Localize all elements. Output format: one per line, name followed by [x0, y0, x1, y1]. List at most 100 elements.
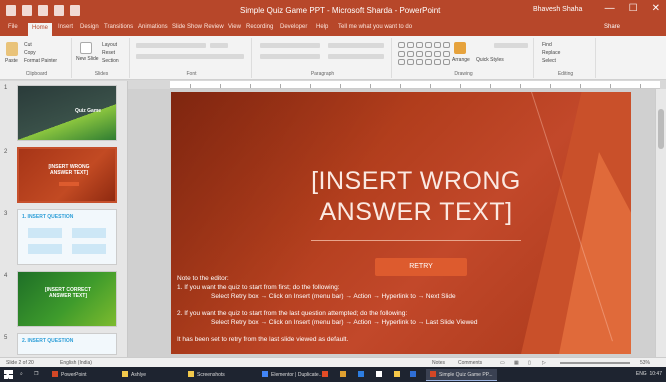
slideshow-icon[interactable]: ▷ [542, 360, 546, 366]
slide-thumbnail-5[interactable]: 2. INSERT QUESTION [17, 333, 117, 355]
window-title: Simple Quiz Game PPT - Microsoft Sharda … [240, 6, 441, 15]
taskbar-item-elementor[interactable]: Elementor | Duplicate... [262, 371, 323, 378]
normal-view-icon[interactable]: ▭ [500, 360, 505, 366]
replace-button[interactable]: Replace [542, 50, 560, 56]
taskbar-app-icon[interactable] [340, 371, 349, 378]
tab-review[interactable]: Review [204, 24, 224, 30]
maximize-button[interactable]: ☐ [629, 3, 638, 14]
taskbar-app-icon[interactable] [410, 371, 419, 378]
tab-view[interactable]: View [228, 24, 241, 30]
clipboard-group-label: Clipboard [25, 71, 48, 77]
taskbar-app-icon[interactable] [322, 371, 331, 378]
title-divider [311, 240, 521, 241]
taskbar-app-icon[interactable] [358, 371, 367, 378]
arrange-button[interactable]: Arrange [452, 57, 470, 63]
share-button[interactable]: Share [604, 24, 620, 30]
tab-animations[interactable]: Animations [138, 24, 168, 30]
notes-button[interactable]: Notes [432, 360, 445, 366]
minimize-button[interactable]: — [605, 3, 615, 14]
note-item-1: 1. If you want the quiz to start from fi… [177, 284, 340, 291]
language-indicator[interactable]: English (India) [60, 360, 92, 366]
find-button[interactable]: Find [542, 42, 552, 48]
close-button[interactable]: ✕ [652, 3, 660, 14]
task-view-icon[interactable]: ❐ [34, 371, 38, 377]
clock[interactable]: 10:47 [649, 371, 662, 377]
system-tray[interactable]: ENG 10:47 [636, 371, 662, 377]
zoom-level[interactable]: 53% [640, 360, 650, 366]
thumb-number: 4 [4, 273, 8, 279]
tab-insert[interactable]: Insert [58, 24, 73, 30]
input-language[interactable]: ENG [636, 371, 647, 377]
text-direction-button[interactable] [328, 43, 384, 48]
vertical-scrollbar[interactable] [655, 89, 666, 357]
section-button[interactable]: Section [102, 58, 119, 64]
tab-design[interactable]: Design [80, 24, 99, 30]
taskbar-item-powerpoint[interactable]: PowerPoint [52, 371, 87, 378]
slide-thumbnail-2[interactable]: [INSERT WRONG ANSWER TEXT] [17, 147, 117, 203]
tab-file[interactable]: File [8, 24, 18, 30]
alignment-buttons[interactable] [260, 54, 320, 59]
format-painter-button[interactable]: Format Painter [24, 58, 57, 64]
taskbar-app-icon[interactable] [394, 371, 403, 378]
undo-icon[interactable] [22, 5, 32, 16]
save-icon[interactable] [6, 5, 16, 16]
thumb-answer-box [72, 244, 106, 254]
slide-indicator: Slide 2 of 20 [6, 360, 34, 366]
windows-start-icon[interactable] [4, 370, 13, 379]
tab-home[interactable]: Home [28, 23, 53, 36]
editor-note[interactable]: Note to the editor: 1. If you want the q… [177, 274, 617, 344]
taskbar-item-simple-quiz[interactable]: Simple Quiz Game PP... [426, 369, 497, 381]
font-name-box[interactable] [136, 43, 206, 48]
shape-fill-button[interactable] [494, 43, 528, 48]
tab-transitions[interactable]: Transitions [104, 24, 133, 30]
new-slide-button[interactable]: New Slide [76, 57, 100, 62]
zoom-slider[interactable] [560, 362, 630, 364]
slide-2[interactable]: [INSERT WRONG ANSWER TEXT] RETRY Note to… [171, 92, 631, 354]
slide-thumbnail-3[interactable]: 1. INSERT QUESTION [17, 209, 117, 265]
note-footer: It has been set to retry from the last s… [177, 336, 349, 343]
quick-styles-button[interactable]: Quick Styles [476, 57, 504, 63]
font-format-buttons[interactable] [136, 54, 244, 59]
paste-icon[interactable] [6, 42, 18, 56]
customize-qat-icon[interactable] [70, 5, 80, 16]
tab-recording[interactable]: Recording [246, 24, 273, 30]
app-icon [376, 371, 382, 377]
taskbar-item-screenshots[interactable]: Screenshots [188, 371, 225, 378]
reading-view-icon[interactable]: ▯ [528, 360, 531, 366]
slide-thumbnail-4[interactable]: [INSERT CORRECT ANSWER TEXT] [17, 271, 117, 327]
search-icon[interactable]: ⌕ [20, 371, 23, 377]
app-icon [410, 371, 416, 377]
comments-button[interactable]: Comments [458, 360, 482, 366]
arrange-icon[interactable] [454, 42, 466, 54]
list-buttons[interactable] [260, 43, 320, 48]
cut-button[interactable]: Cut [24, 42, 32, 48]
slide-sorter-icon[interactable]: ▦ [514, 360, 519, 366]
select-button[interactable]: Select [542, 58, 556, 64]
signed-in-user[interactable]: Bhavesh Shaha [533, 6, 582, 13]
copy-button[interactable]: Copy [24, 50, 36, 56]
align-text-button[interactable] [328, 54, 384, 59]
tab-help[interactable]: Help [316, 24, 328, 30]
layout-button[interactable]: Layout [102, 42, 117, 48]
tab-developer[interactable]: Developer [280, 24, 307, 30]
slide-title-line-2: ANSWER TEXT] [319, 198, 513, 226]
new-slide-icon[interactable] [80, 42, 92, 54]
redo-icon[interactable] [38, 5, 48, 16]
tell-me-search[interactable]: Tell me what you want to do [338, 24, 412, 30]
slide-thumbnail-1[interactable]: Quiz Game [17, 85, 117, 141]
scroll-thumb[interactable] [658, 109, 664, 149]
slide-title[interactable]: [INSERT WRONG ANSWER TEXT] [251, 166, 581, 228]
app-icon [340, 371, 346, 377]
paste-button[interactable]: Paste [5, 58, 18, 64]
tab-slide-show[interactable]: Slide Show [172, 24, 202, 30]
paragraph-group-label: Paragraph [310, 71, 335, 77]
start-from-beginning-icon[interactable] [54, 5, 64, 16]
note-heading: Note to the editor: [177, 275, 229, 282]
shapes-gallery[interactable] [398, 42, 450, 66]
taskbar-app-icon[interactable] [376, 371, 385, 378]
font-size-box[interactable] [210, 43, 228, 48]
taskbar-item-ashlye[interactable]: Ashlye [122, 371, 146, 378]
app-icon [358, 371, 364, 377]
title-bar: Simple Quiz Game PPT - Microsoft Sharda … [0, 0, 666, 22]
reset-button[interactable]: Reset [102, 50, 115, 56]
